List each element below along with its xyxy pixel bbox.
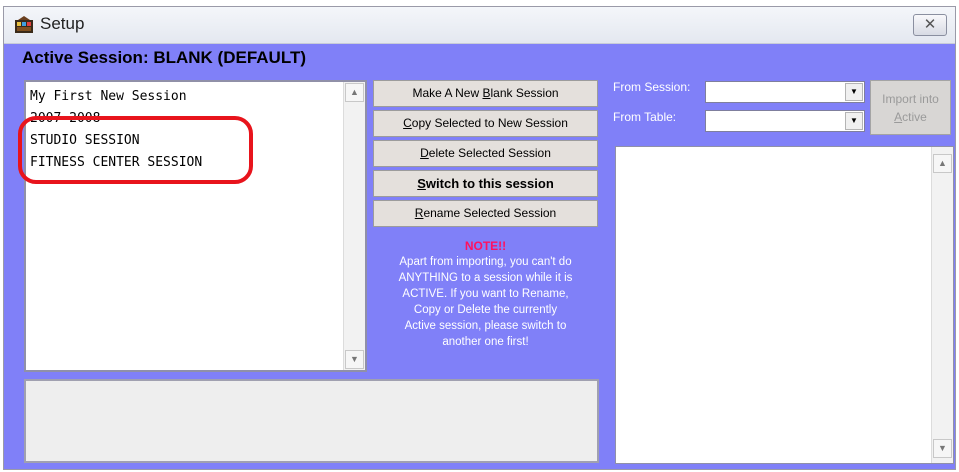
button-label: lank Session (490, 86, 559, 100)
import-list-scrollbar[interactable]: ▲ ▼ (931, 147, 953, 463)
delete-selected-button[interactable]: Delete Selected Session (373, 140, 598, 167)
button-label: witch to this session (425, 176, 554, 191)
button-mnemonic: D (420, 146, 429, 160)
from-table-label: From Table: (613, 110, 677, 124)
chevron-down-icon[interactable]: ▼ (845, 112, 863, 130)
note-line: ANYTHING to a session while it is (398, 272, 573, 284)
make-new-blank-session-button[interactable]: Make A New Blank Session (373, 80, 598, 107)
note-text: NOTE!! Apart from importing, you can't d… (373, 238, 598, 350)
note-title: NOTE!! (464, 239, 507, 253)
close-button[interactable]: ✕ (913, 14, 947, 36)
button-label: ename Selected Session (423, 206, 557, 220)
import-list-panel[interactable]: ▲ ▼ (615, 146, 954, 464)
session-info-box (24, 379, 599, 463)
rename-selected-button[interactable]: Rename Selected Session (373, 200, 598, 227)
active-session-label: Active Session: BLANK (DEFAULT) (22, 48, 306, 67)
scroll-down-icon[interactable]: ▼ (345, 350, 364, 369)
scroll-up-icon[interactable]: ▲ (345, 83, 364, 102)
list-item[interactable]: My First New Session (30, 86, 202, 108)
red-circle-annotation (18, 116, 253, 184)
button-mnemonic: A (894, 110, 903, 124)
from-session-select[interactable]: ▼ (705, 81, 865, 103)
session-list-scrollbar[interactable]: ▲ ▼ (343, 82, 365, 370)
button-label: opy Selected to New Session (411, 116, 568, 130)
app-icon (15, 16, 33, 33)
window-title: Setup (40, 14, 85, 33)
button-mnemonic: B (482, 86, 491, 100)
import-button-label-2: Active (871, 108, 950, 126)
setup-window: Setup ✕ Active Session: BLANK (DEFAULT) … (3, 6, 956, 470)
from-session-label: From Session: (613, 80, 691, 94)
note-line: ACTIVE. If you want to Rename, (402, 288, 569, 300)
button-mnemonic: C (403, 116, 412, 130)
button-label: elete Selected Session (428, 146, 551, 160)
note-line: Apart from importing, you can't do (399, 256, 572, 268)
scroll-down-icon[interactable]: ▼ (933, 439, 952, 458)
import-button-label-1: Import into (882, 92, 939, 106)
import-into-active-button[interactable]: Import into Active (870, 80, 951, 135)
button-mnemonic: S (417, 176, 426, 191)
button-label: ctive (902, 110, 927, 124)
scroll-up-icon[interactable]: ▲ (933, 154, 952, 173)
button-label: Make A New (412, 86, 483, 100)
note-line: another one first! (442, 336, 529, 348)
close-icon: ✕ (923, 16, 937, 33)
chevron-down-icon[interactable]: ▼ (845, 83, 863, 101)
title-bar: Setup ✕ (4, 7, 955, 44)
copy-selected-button[interactable]: Copy Selected to New Session (373, 110, 598, 137)
from-table-select[interactable]: ▼ (705, 110, 865, 132)
note-line: Active session, please switch to (404, 320, 567, 332)
switch-session-button[interactable]: Switch to this session (373, 170, 598, 197)
note-line: Copy or Delete the currently (413, 304, 558, 316)
